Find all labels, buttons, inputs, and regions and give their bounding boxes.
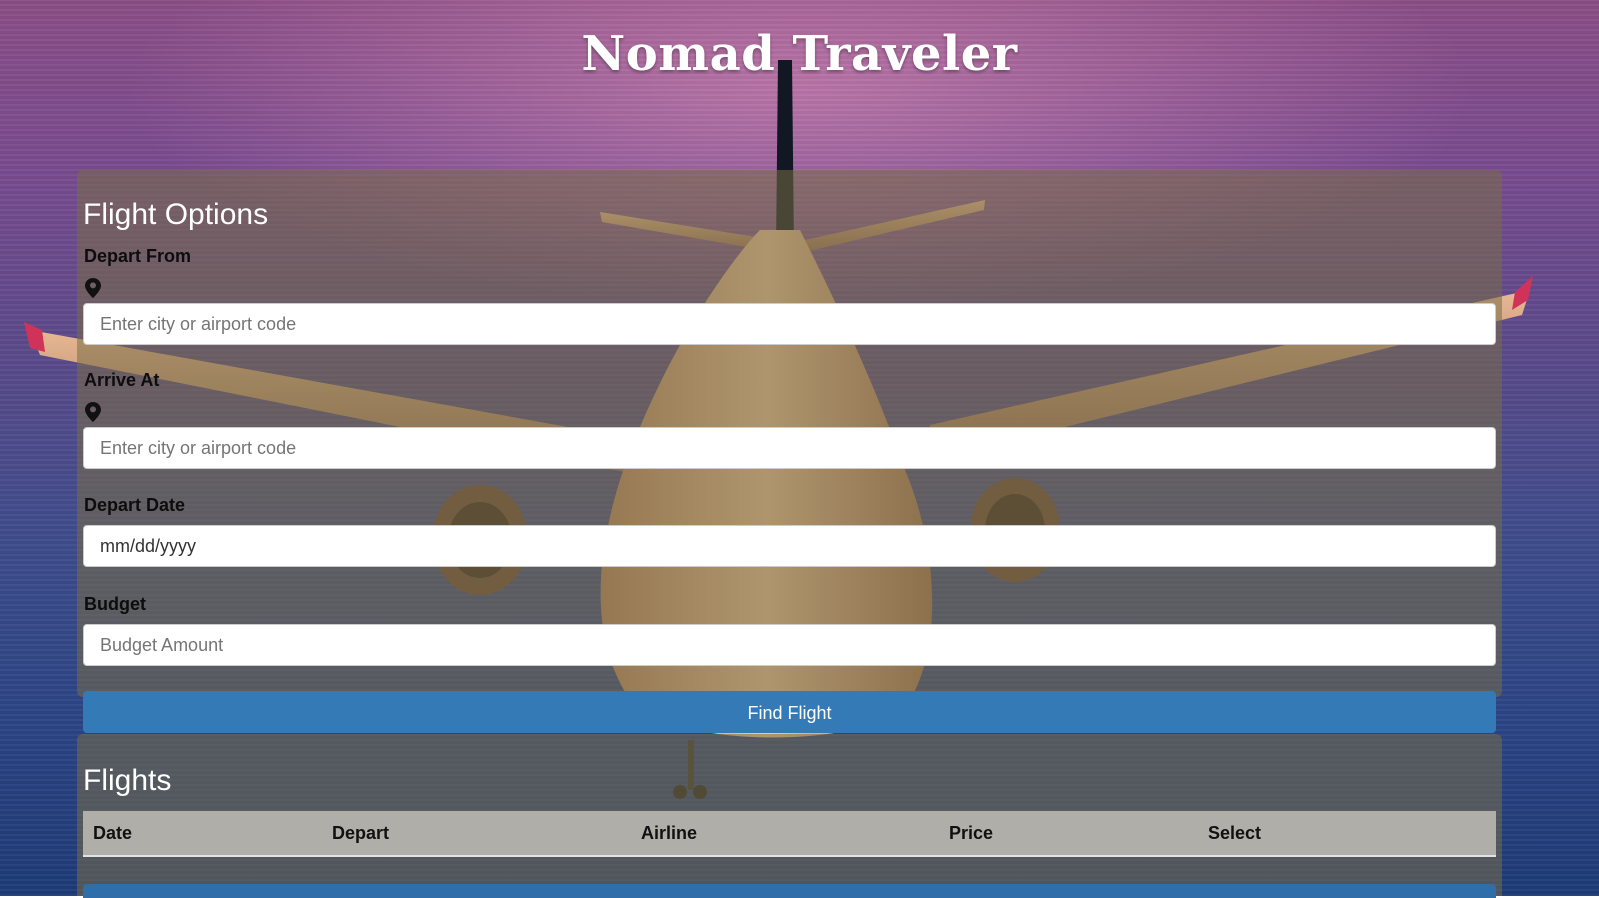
flights-table-header: Date Depart Airline Price Select (83, 811, 1496, 857)
column-header-select[interactable]: Select (1208, 823, 1261, 844)
map-marker-icon (85, 278, 101, 298)
flight-options-heading: Flight Options (83, 198, 269, 231)
flights-panel: Flights Date Depart Airline Price Select (77, 734, 1502, 896)
arrive-at-label: Arrive At (84, 370, 160, 390)
depart-date-input[interactable]: mm/dd/yyyy (83, 525, 1496, 567)
flight-options-panel: Flight Options Depart From Arrive At Dep… (77, 170, 1502, 697)
column-header-airline[interactable]: Airline (641, 823, 697, 844)
find-flight-button[interactable]: Find Flight (83, 691, 1496, 733)
column-header-price[interactable]: Price (949, 823, 993, 844)
map-marker-icon (85, 402, 101, 422)
site-title: Nomad Traveler (581, 26, 1018, 82)
budget-input[interactable] (83, 624, 1496, 666)
depart-from-input[interactable] (83, 303, 1496, 345)
column-header-date[interactable]: Date (93, 823, 132, 844)
flights-heading: Flights (83, 764, 172, 797)
depart-from-label: Depart From (84, 246, 192, 266)
depart-date-label: Depart Date (84, 495, 186, 515)
column-header-depart[interactable]: Depart (332, 823, 389, 844)
budget-label: Budget (84, 594, 146, 614)
arrive-at-input[interactable] (83, 427, 1496, 469)
